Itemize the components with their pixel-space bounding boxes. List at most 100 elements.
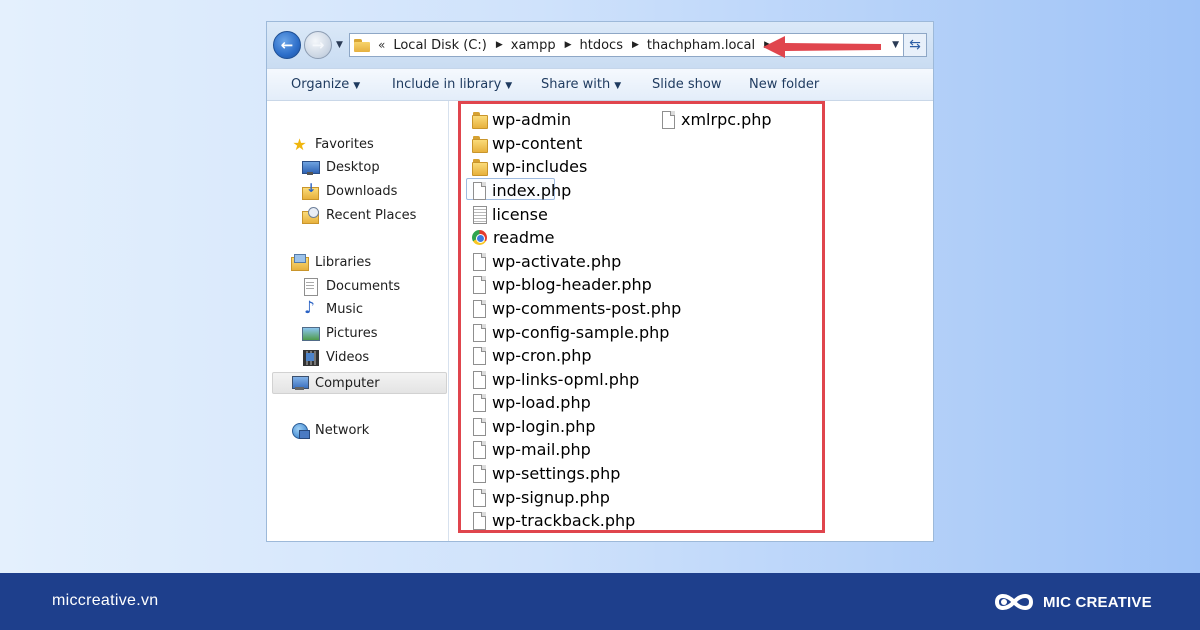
computer-icon [291, 375, 309, 391]
file-name: wp-comments-post.php [492, 298, 682, 318]
file-name: wp-admin [492, 109, 572, 129]
nav-music[interactable]: Music [302, 298, 363, 320]
file-name: wp-signup.php [492, 487, 610, 507]
breadcrumb-thachpham-local[interactable]: thachpham.local [647, 38, 755, 53]
refresh-icon: ⇆ [909, 37, 921, 53]
breadcrumb-htdocs[interactable]: htdocs [580, 38, 623, 53]
nav-computer[interactable]: Computer [291, 372, 380, 394]
chevron-down-icon: ▼ [336, 40, 343, 50]
arrow-left-icon: ← [280, 36, 294, 54]
nav-recent-places-label: Recent Places [326, 207, 417, 223]
organize-button[interactable]: Organize ▼ [291, 77, 360, 92]
videos-icon [302, 349, 319, 366]
file-name: wp-mail.php [492, 439, 591, 459]
nav-downloads-label: Downloads [326, 183, 398, 199]
breadcrumb-xampp[interactable]: xampp [511, 38, 556, 53]
file-icon [472, 252, 486, 271]
footer-bar: miccreative.vn MIC CREATIVE [0, 573, 1200, 630]
file-item[interactable]: wp-settings.php [472, 462, 620, 484]
file-item[interactable]: wp-activate.php [472, 250, 621, 272]
chrome-icon [472, 229, 487, 245]
history-dropdown[interactable]: ▼ [336, 40, 343, 50]
include-in-library-label: Include in library [392, 77, 502, 92]
nav-downloads[interactable]: Downloads [302, 180, 397, 202]
nav-network[interactable]: Network [291, 419, 369, 441]
command-bar: Organize ▼ Include in library ▼ Share with… [267, 68, 933, 101]
refresh-button[interactable]: ⇆ [903, 33, 927, 57]
nav-documents[interactable]: Documents [302, 275, 400, 297]
nav-desktop-label: Desktop [326, 159, 380, 175]
file-item[interactable]: wp-links-opml.php [472, 368, 639, 390]
pictures-icon [302, 325, 320, 341]
file-item[interactable]: readme [472, 226, 554, 248]
chevron-down-icon: ▼ [614, 81, 622, 91]
nav-pictures-label: Pictures [326, 325, 378, 341]
file-name: wp-content [492, 133, 583, 153]
file-item[interactable]: wp-signup.php [472, 486, 610, 508]
file-name: license [492, 204, 548, 224]
overflow-chevron[interactable]: « [378, 38, 385, 52]
new-folder-button[interactable]: New folder [749, 77, 819, 92]
forward-button[interactable]: → [304, 31, 332, 59]
file-icon [472, 181, 486, 200]
back-button[interactable]: ← [273, 31, 301, 59]
nav-recent-places[interactable]: Recent Places [302, 204, 416, 226]
breadcrumb-separator-icon[interactable]: ▶ [565, 40, 572, 50]
file-name: wp-settings.php [492, 463, 621, 483]
file-item[interactable]: wp-login.php [472, 415, 596, 437]
file-item[interactable]: license [472, 203, 548, 225]
share-with-button[interactable]: Share with ▼ [541, 77, 621, 92]
navigation-pane: ★ Favorites Desktop Downloads Recent Pla… [267, 101, 449, 541]
share-with-label: Share with [541, 77, 611, 92]
nav-music-label: Music [326, 301, 363, 317]
folder-icon [472, 111, 488, 129]
file-item[interactable]: wp-content [472, 132, 582, 154]
file-item[interactable]: wp-blog-header.php [472, 273, 652, 295]
text-file-icon [472, 205, 487, 224]
site-url[interactable]: miccreative.vn [52, 592, 158, 610]
include-in-library-button[interactable]: Include in library ▼ [392, 77, 512, 92]
file-item[interactable]: wp-comments-post.php [472, 297, 681, 319]
nav-favorites[interactable]: ★ Favorites [291, 133, 373, 155]
file-icon [472, 488, 486, 507]
slide-show-button[interactable]: Slide show [652, 77, 721, 92]
infinity-logo-icon [994, 594, 1034, 610]
file-item[interactable]: xmlrpc.php [661, 108, 772, 130]
star-icon: ★ [292, 134, 307, 154]
chevron-down-icon: ▼ [353, 81, 361, 91]
file-item[interactable]: index.php [472, 179, 571, 201]
file-item[interactable]: wp-mail.php [472, 438, 591, 460]
file-name: wp-includes [492, 156, 588, 176]
nav-desktop[interactable]: Desktop [302, 156, 380, 178]
music-icon [302, 298, 319, 318]
breadcrumb-separator-icon[interactable]: ▶ [632, 40, 639, 50]
file-icon [472, 275, 486, 294]
breadcrumb-separator-icon[interactable]: ▶ [496, 40, 503, 50]
nav-videos[interactable]: Videos [302, 346, 369, 368]
file-name: wp-load.php [492, 392, 591, 412]
explorer-window: ← → ▼ « Local Disk (C:) ▶ xampp ▶ htdocs… [266, 21, 934, 542]
nav-libraries[interactable]: Libraries [291, 251, 371, 273]
network-icon [291, 422, 310, 439]
file-item[interactable]: wp-includes [472, 155, 587, 177]
file-icon [472, 299, 486, 318]
file-item[interactable]: wp-admin [472, 108, 571, 130]
file-item[interactable]: wp-cron.php [472, 344, 592, 366]
nav-computer-label: Computer [315, 375, 380, 391]
file-icon [472, 417, 486, 436]
address-dropdown-icon[interactable]: ▼ [892, 40, 899, 50]
file-item[interactable]: wp-trackback.php [472, 509, 635, 531]
desktop-icon [302, 159, 320, 175]
file-name: wp-cron.php [492, 345, 592, 365]
chevron-down-icon: ▼ [505, 81, 513, 91]
file-name: wp-blog-header.php [492, 274, 652, 294]
nav-pictures[interactable]: Pictures [302, 322, 377, 344]
nav-documents-label: Documents [326, 278, 401, 294]
folder-icon [354, 38, 370, 52]
brand-logo: MIC CREATIVE [993, 587, 1152, 617]
file-item[interactable]: wp-config-sample.php [472, 321, 669, 343]
breadcrumb-local-disk[interactable]: Local Disk (C:) [393, 38, 486, 53]
file-item[interactable]: wp-load.php [472, 391, 591, 413]
file-icon [472, 464, 486, 483]
file-name: wp-activate.php [492, 251, 622, 271]
